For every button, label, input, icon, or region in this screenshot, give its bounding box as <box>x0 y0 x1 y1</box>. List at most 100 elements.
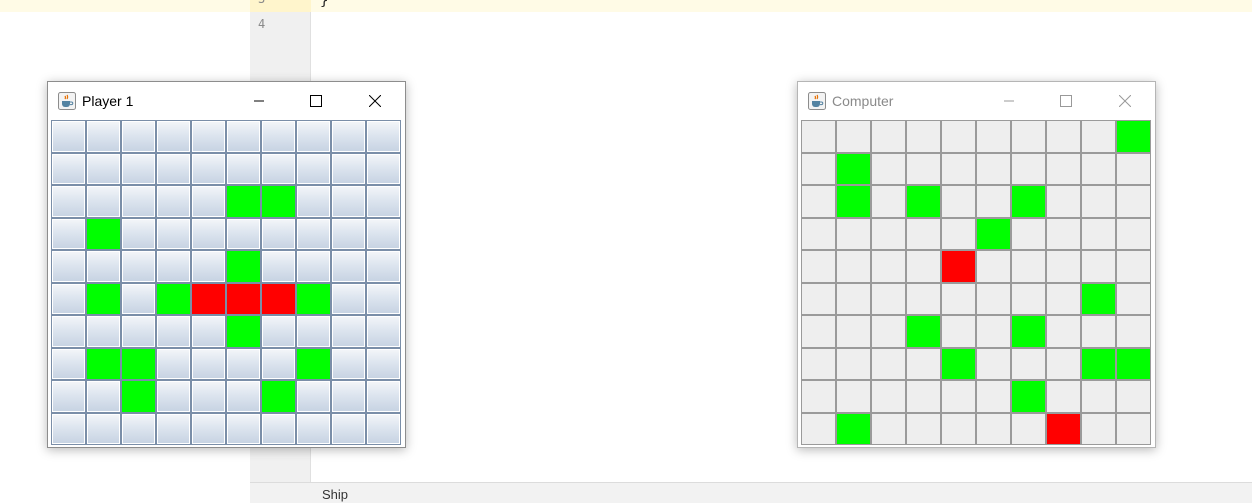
board-cell-2-7[interactable] <box>1046 185 1081 218</box>
board-cell-8-6[interactable] <box>1011 380 1046 413</box>
board-cell-3-9[interactable] <box>366 217 401 250</box>
board-cell-4-9[interactable] <box>366 250 401 283</box>
board-cell-5-0[interactable] <box>51 282 86 315</box>
board-cell-6-1[interactable] <box>836 315 871 348</box>
board-cell-6-5[interactable] <box>976 315 1011 348</box>
board-cell-2-1[interactable] <box>86 185 121 218</box>
title-bar[interactable]: Computer <box>798 82 1155 119</box>
board-cell-0-9[interactable] <box>366 120 401 153</box>
board-cell-3-1[interactable] <box>86 217 121 250</box>
board-cell-8-5[interactable] <box>976 380 1011 413</box>
board-cell-4-5[interactable] <box>976 250 1011 283</box>
board-cell-2-3[interactable] <box>156 185 191 218</box>
board-cell-3-8[interactable] <box>331 217 366 250</box>
board-cell-3-2[interactable] <box>121 217 156 250</box>
board-cell-0-8[interactable] <box>1081 120 1116 153</box>
board-cell-3-7[interactable] <box>296 217 331 250</box>
board-cell-7-1[interactable] <box>86 347 121 380</box>
board-cell-9-2[interactable] <box>121 412 156 445</box>
board-cell-1-3[interactable] <box>906 152 941 185</box>
board-cell-4-2[interactable] <box>121 250 156 283</box>
board-cell-1-7[interactable] <box>296 152 331 185</box>
board-cell-9-8[interactable] <box>1081 412 1116 445</box>
board-cell-5-3[interactable] <box>906 282 941 315</box>
board-cell-2-0[interactable] <box>801 185 836 218</box>
board-cell-0-5[interactable] <box>976 120 1011 153</box>
board-cell-2-5[interactable] <box>226 185 261 218</box>
board-cell-5-1[interactable] <box>86 282 121 315</box>
board-cell-8-9[interactable] <box>1116 380 1151 413</box>
board-cell-2-4[interactable] <box>191 185 226 218</box>
board-cell-5-5[interactable] <box>226 282 261 315</box>
board-cell-6-2[interactable] <box>871 315 906 348</box>
board-cell-4-4[interactable] <box>191 250 226 283</box>
board-cell-6-2[interactable] <box>121 315 156 348</box>
board-cell-1-8[interactable] <box>1081 152 1116 185</box>
board-cell-4-4[interactable] <box>941 250 976 283</box>
board-cell-1-3[interactable] <box>156 152 191 185</box>
board-cell-8-4[interactable] <box>941 380 976 413</box>
board-cell-5-7[interactable] <box>1046 282 1081 315</box>
board-cell-7-9[interactable] <box>1116 347 1151 380</box>
board-cell-5-4[interactable] <box>191 282 226 315</box>
board-cell-0-1[interactable] <box>836 120 871 153</box>
board-cell-4-8[interactable] <box>331 250 366 283</box>
board-cell-2-6[interactable] <box>1011 185 1046 218</box>
board-cell-0-7[interactable] <box>296 120 331 153</box>
board-cell-2-9[interactable] <box>366 185 401 218</box>
board-cell-1-0[interactable] <box>801 152 836 185</box>
board-cell-0-4[interactable] <box>191 120 226 153</box>
board-cell-9-9[interactable] <box>366 412 401 445</box>
board-cell-3-0[interactable] <box>51 217 86 250</box>
board-cell-7-5[interactable] <box>976 347 1011 380</box>
player-window[interactable]: Player 1 <box>47 81 406 448</box>
board-cell-2-0[interactable] <box>51 185 86 218</box>
board-cell-2-2[interactable] <box>871 185 906 218</box>
board-cell-9-6[interactable] <box>261 412 296 445</box>
board-cell-0-6[interactable] <box>261 120 296 153</box>
maximize-button[interactable] <box>1043 82 1089 119</box>
board-cell-8-3[interactable] <box>906 380 941 413</box>
minimize-button[interactable] <box>986 82 1032 119</box>
board-cell-5-0[interactable] <box>801 282 836 315</box>
board-cell-7-1[interactable] <box>836 347 871 380</box>
board-cell-8-1[interactable] <box>836 380 871 413</box>
board-cell-1-9[interactable] <box>1116 152 1151 185</box>
board-cell-4-7[interactable] <box>296 250 331 283</box>
board-cell-7-2[interactable] <box>121 347 156 380</box>
board-cell-4-5[interactable] <box>226 250 261 283</box>
board-cell-1-1[interactable] <box>836 152 871 185</box>
board-cell-2-7[interactable] <box>296 185 331 218</box>
board-cell-7-0[interactable] <box>51 347 86 380</box>
board-cell-6-9[interactable] <box>1116 315 1151 348</box>
board-cell-1-2[interactable] <box>121 152 156 185</box>
board-cell-6-3[interactable] <box>906 315 941 348</box>
board-cell-5-6[interactable] <box>261 282 296 315</box>
board-cell-6-1[interactable] <box>86 315 121 348</box>
board-cell-5-2[interactable] <box>121 282 156 315</box>
board-cell-2-3[interactable] <box>906 185 941 218</box>
board-cell-5-4[interactable] <box>941 282 976 315</box>
board-cell-1-0[interactable] <box>51 152 86 185</box>
board-cell-8-9[interactable] <box>366 380 401 413</box>
board-cell-0-2[interactable] <box>871 120 906 153</box>
board-cell-7-6[interactable] <box>1011 347 1046 380</box>
board-cell-2-9[interactable] <box>1116 185 1151 218</box>
board-cell-0-6[interactable] <box>1011 120 1046 153</box>
board-cell-0-2[interactable] <box>121 120 156 153</box>
board-cell-9-9[interactable] <box>1116 412 1151 445</box>
board-cell-6-5[interactable] <box>226 315 261 348</box>
board-cell-9-2[interactable] <box>871 412 906 445</box>
board-cell-0-3[interactable] <box>156 120 191 153</box>
board-cell-4-9[interactable] <box>1116 250 1151 283</box>
board-cell-6-6[interactable] <box>1011 315 1046 348</box>
board-cell-4-1[interactable] <box>86 250 121 283</box>
code-line[interactable]: } <box>320 0 328 9</box>
board-cell-5-5[interactable] <box>976 282 1011 315</box>
board-cell-3-3[interactable] <box>156 217 191 250</box>
board-cell-2-6[interactable] <box>261 185 296 218</box>
board-cell-7-3[interactable] <box>906 347 941 380</box>
board-cell-6-7[interactable] <box>1046 315 1081 348</box>
board-cell-8-4[interactable] <box>191 380 226 413</box>
board-cell-9-5[interactable] <box>976 412 1011 445</box>
